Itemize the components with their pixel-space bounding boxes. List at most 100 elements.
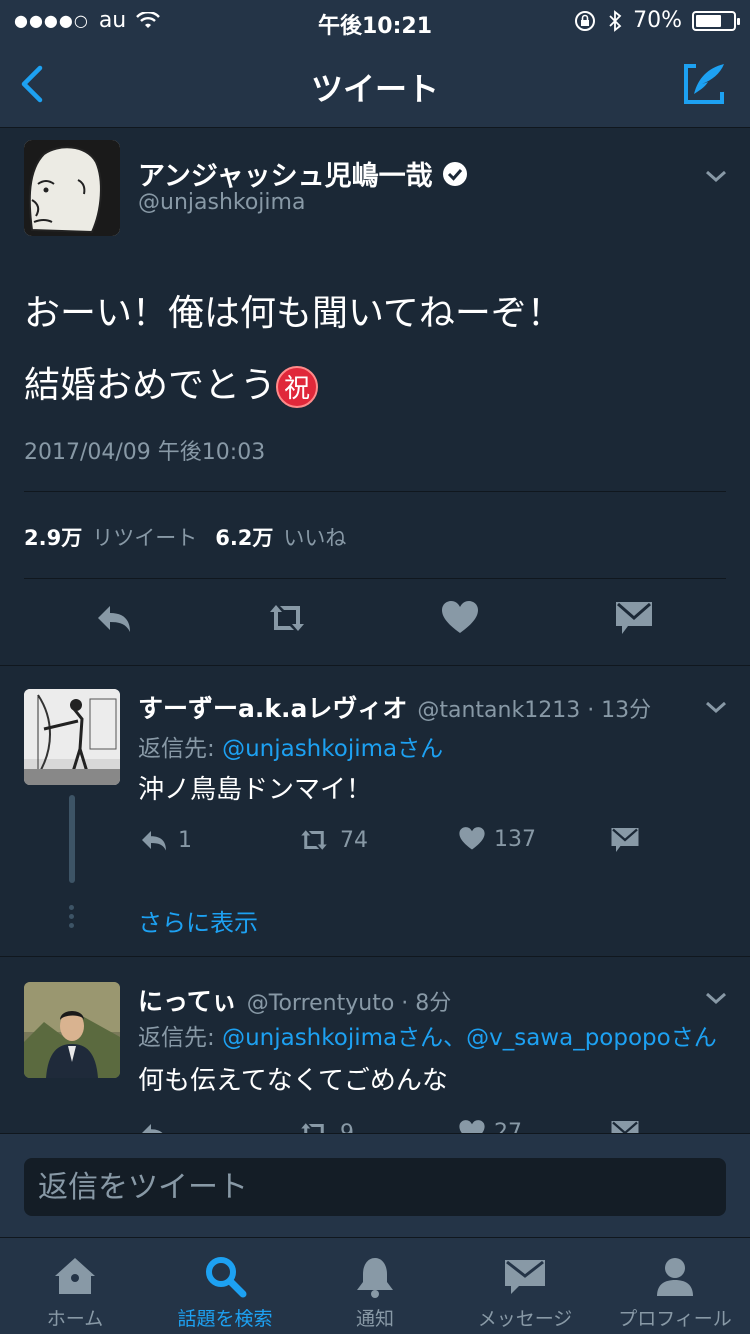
like-count[interactable]: 6.2万 xyxy=(215,522,273,552)
chevron-down-icon[interactable] xyxy=(704,168,728,184)
reply-to-link[interactable]: @unjashkojimaさん xyxy=(222,736,443,762)
reply-icon[interactable] xyxy=(94,598,134,638)
tab-bar: ホーム 話題を検索 通知 メッセージ プロフィール xyxy=(0,1237,750,1334)
envelope-icon xyxy=(505,1260,545,1294)
avatar-illustration xyxy=(24,140,120,236)
heart-icon xyxy=(459,827,485,850)
divider xyxy=(24,578,726,579)
tab-label: 通知 xyxy=(355,1308,394,1330)
dm-button[interactable] xyxy=(610,825,640,855)
tab-search[interactable]: 話題を検索 xyxy=(150,1238,300,1334)
reply-to-prefix: 返信先: xyxy=(138,736,223,762)
reply-actions: 1 74 137 xyxy=(138,825,698,861)
reply-text: 沖ノ鳥島ドンマイ！ xyxy=(138,775,373,805)
verified-badge-icon xyxy=(442,161,467,186)
retweet-label[interactable]: リツイート xyxy=(92,522,197,552)
reply-actions: 9 27 xyxy=(138,1118,698,1134)
retweet-count: 74 xyxy=(340,827,368,853)
reply-to-line: 返信先: @unjashkojimaさん、@v_sawa_popopoさん xyxy=(138,1018,717,1052)
retweet-icon[interactable] xyxy=(264,598,310,638)
author-name[interactable]: アンジャッシュ児嶋一哉 xyxy=(138,154,469,193)
retweet-icon xyxy=(301,830,327,850)
retweet-icon xyxy=(301,1123,324,1134)
rotation-lock-icon xyxy=(575,10,596,31)
search-icon xyxy=(206,1257,247,1298)
like-count: 137 xyxy=(494,826,536,852)
reply-author-name[interactable]: すーずーa.k.aレヴィオ xyxy=(138,689,407,725)
author-handle[interactable]: @unjashkojima xyxy=(138,190,305,215)
avatar-photo xyxy=(24,982,120,1078)
reply-icon xyxy=(142,1124,164,1134)
tab-home[interactable]: ホーム xyxy=(0,1238,150,1334)
reply-header: にってぃ @Torrentyuto · 8分 xyxy=(138,982,451,1018)
reply-button[interactable] xyxy=(138,1118,178,1134)
page-title: ツイート xyxy=(310,70,439,108)
envelope-icon[interactable] xyxy=(614,598,654,638)
tweet-actions xyxy=(0,598,750,648)
tweet-timestamp: 2017/04/09 午後10:03 xyxy=(24,440,266,465)
nav-bar: ツイート xyxy=(0,42,750,128)
reply-tweet[interactable]: にってぃ @Torrentyuto · 8分 返信先: @unjashkojim… xyxy=(0,958,750,1134)
reply-composer xyxy=(0,1133,750,1237)
retweet-button[interactable]: 9 xyxy=(296,1118,354,1134)
like-button[interactable]: 27 xyxy=(458,1118,522,1134)
envelope-icon xyxy=(611,1121,639,1134)
like-count: 27 xyxy=(494,1119,522,1135)
avatar[interactable] xyxy=(24,140,120,236)
reply-count: 1 xyxy=(178,827,192,853)
reply-handle-time[interactable]: @Torrentyuto · 8分 xyxy=(247,985,452,1017)
tweet-line-2-text: 結婚おめでとう xyxy=(24,365,277,406)
tab-profile[interactable]: プロフィール xyxy=(600,1238,750,1334)
author-name-text: アンジャッシュ児嶋一哉 xyxy=(138,161,433,192)
reply-to-prefix: 返信先: xyxy=(138,1025,223,1051)
envelope-icon xyxy=(611,828,639,852)
reply-text: 何も伝えてなくてごめんな xyxy=(138,1066,448,1096)
reply-header: すーずーa.k.aレヴィオ @tantank1213 · 13分 xyxy=(138,689,651,725)
main-tweet: アンジャッシュ児嶋一哉 @unjashkojima おーい！俺は何も聞いてねーぞ… xyxy=(0,128,750,666)
reply-tweet[interactable]: すーずーa.k.aレヴィオ @tantank1213 · 13分 返信先: @u… xyxy=(0,667,750,957)
retweet-count: 9 xyxy=(340,1120,354,1135)
tab-label: 話題を検索 xyxy=(177,1308,273,1330)
avatar[interactable] xyxy=(24,689,120,785)
bell-icon xyxy=(357,1258,393,1298)
person-icon xyxy=(657,1258,693,1296)
reply-button[interactable]: 1 xyxy=(138,825,192,855)
like-label[interactable]: いいね xyxy=(283,522,346,552)
reply-input[interactable] xyxy=(24,1158,726,1216)
heart-icon[interactable] xyxy=(440,598,480,638)
battery-percent: 70% xyxy=(633,8,682,33)
status-bar: ●●●●○ au 午後10:21 70% xyxy=(0,0,750,42)
tab-label: プロフィール xyxy=(618,1308,732,1330)
tab-notifications[interactable]: 通知 xyxy=(300,1238,450,1334)
tab-label: ホーム xyxy=(46,1308,104,1330)
avatar-manga xyxy=(24,689,120,785)
tweet-text: おーい！俺は何も聞いてねーぞ！ 結婚おめでとう祝 xyxy=(24,278,563,422)
heart-icon xyxy=(459,1120,485,1134)
retweet-count[interactable]: 2.9万 xyxy=(24,522,82,552)
tab-messages[interactable]: メッセージ xyxy=(450,1238,600,1334)
chevron-down-icon[interactable] xyxy=(704,699,728,715)
celebration-emoji-icon: 祝 xyxy=(276,366,319,408)
retweet-button[interactable]: 74 xyxy=(296,825,368,855)
like-button[interactable]: 137 xyxy=(458,825,536,853)
show-more-link[interactable]: さらに表示 xyxy=(138,903,258,938)
home-icon xyxy=(55,1258,95,1294)
avatar[interactable] xyxy=(24,982,120,1078)
chevron-down-icon[interactable] xyxy=(704,990,728,1006)
compose-tweet-icon[interactable] xyxy=(682,60,728,106)
divider xyxy=(24,491,726,492)
dm-button[interactable] xyxy=(610,1118,640,1134)
more-dots-icon xyxy=(66,905,76,932)
battery-icon xyxy=(692,10,740,31)
bluetooth-icon xyxy=(609,9,622,32)
reply-icon xyxy=(142,831,166,851)
tab-label: メッセージ xyxy=(477,1308,573,1330)
thread-line xyxy=(69,795,75,883)
reply-to-line: 返信先: @unjashkojimaさん xyxy=(138,729,443,763)
reply-author-name[interactable]: にってぃ xyxy=(138,982,237,1018)
reply-to-link[interactable]: @unjashkojimaさん、@v_sawa_popopoさん xyxy=(222,1025,717,1051)
tweet-line-1: おーい！俺は何も聞いてねーぞ！ xyxy=(24,293,563,334)
tweet-stats: 2.9万 リツイート 6.2万 いいね xyxy=(24,522,354,552)
tweet-line-2: 結婚おめでとう祝 xyxy=(24,350,563,422)
reply-handle-time[interactable]: @tantank1213 · 13分 xyxy=(417,692,651,724)
